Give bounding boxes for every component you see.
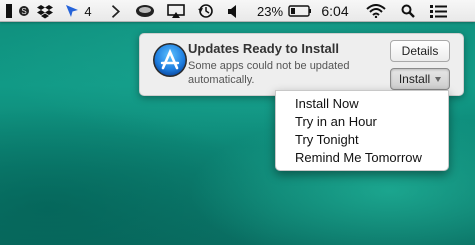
pointer-count: 4 [84, 3, 92, 19]
install-button-label: Install [398, 72, 431, 86]
cursor-arrow-icon[interactable] [64, 0, 80, 22]
forward-icon[interactable] [109, 0, 123, 22]
menu-item-try-in-an-hour[interactable]: Try in an Hour [276, 113, 448, 131]
wifi-icon[interactable] [364, 0, 388, 22]
notification-body: Some apps could not be updated automatic… [188, 60, 350, 86]
install-options-menu: Install Now Try in an Hour Try Tonight R… [275, 90, 449, 171]
skype-icon[interactable]: S [17, 0, 31, 22]
battery-percent: 23% [256, 3, 284, 19]
details-button[interactable]: Details [390, 40, 450, 62]
menu-item-try-tonight[interactable]: Try Tonight [276, 131, 448, 149]
menu-bar: S 4 23% 6:04 [0, 0, 475, 22]
notification-banner[interactable]: Updates Ready to Install Some apps could… [139, 33, 464, 96]
list-icon[interactable] [428, 0, 448, 22]
status-bar-edge-icon [3, 0, 15, 22]
dropdown-caret-icon [435, 76, 442, 82]
notification-title: Updates Ready to Install [188, 41, 339, 56]
time-machine-icon[interactable] [196, 0, 216, 22]
volume-icon[interactable] [226, 0, 240, 22]
menu-item-remind-me-tomorrow[interactable]: Remind Me Tomorrow [276, 149, 448, 167]
coffee-cup-icon[interactable] [134, 0, 156, 22]
clock[interactable]: 6:04 [318, 0, 352, 22]
menu-item-install-now[interactable]: Install Now [276, 95, 448, 113]
install-button[interactable]: Install [390, 68, 450, 90]
search-icon[interactable] [400, 0, 416, 22]
dropbox-icon[interactable] [36, 0, 54, 22]
app-store-icon [151, 41, 189, 79]
details-button-label: Details [401, 44, 439, 58]
svg-text:S: S [21, 7, 26, 16]
airplay-icon[interactable] [166, 0, 186, 22]
battery-icon[interactable] [287, 0, 313, 22]
